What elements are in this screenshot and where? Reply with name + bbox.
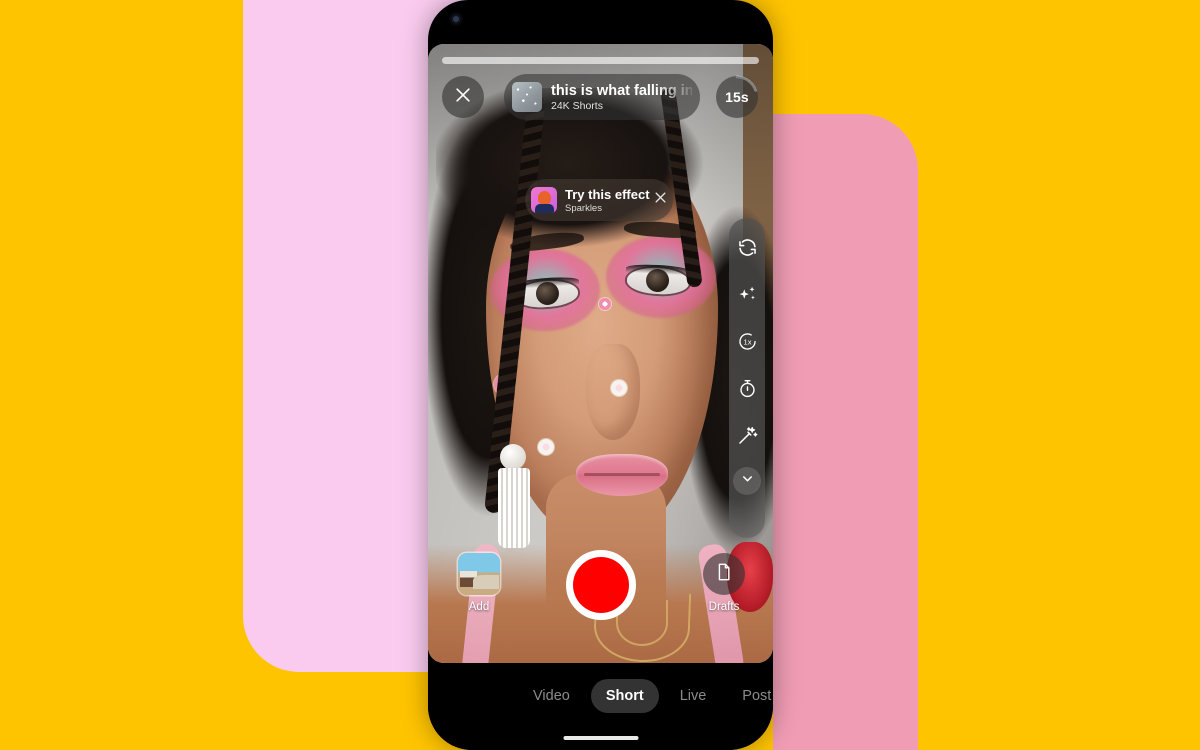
flip-camera-icon	[737, 237, 758, 263]
filters-wand-icon	[737, 425, 758, 451]
flip-camera-button[interactable]	[729, 226, 765, 273]
music-subtitle: 24K Shorts	[551, 99, 603, 112]
try-effect-card[interactable]: Try this effect Sparkles	[525, 179, 673, 221]
gallery-thumbnail-icon	[458, 553, 500, 595]
drafts-button[interactable]: Drafts	[691, 553, 757, 613]
mode-tab-video[interactable]: Video	[518, 679, 585, 713]
mode-tab-short[interactable]: Short	[590, 679, 659, 713]
music-title: this is what falling in lo	[551, 82, 700, 99]
effect-card-title: Try this effect	[565, 186, 650, 202]
mode-tab-post[interactable]: Post	[727, 679, 773, 713]
close-icon	[453, 85, 473, 110]
timer-button[interactable]	[729, 367, 765, 414]
close-icon	[653, 190, 668, 210]
effects-button[interactable]	[729, 273, 765, 320]
document-icon	[714, 562, 734, 587]
duration-label: 15s	[725, 89, 749, 105]
recording-progress-bar	[442, 57, 759, 64]
effect-card-subtitle: Sparkles	[565, 202, 602, 214]
chevron-down-icon	[740, 471, 755, 491]
home-indicator	[563, 736, 638, 740]
duration-selector-button[interactable]: 15s	[716, 76, 758, 118]
capture-mode-scroller[interactable]: Video Short Live Post P	[428, 679, 773, 713]
drafts-circle	[703, 553, 745, 595]
camera-tool-rail: 1x	[729, 218, 765, 538]
drafts-label: Drafts	[708, 601, 740, 613]
effect-thumbnail-icon	[531, 187, 557, 213]
capture-controls: Add Drafts	[428, 550, 773, 643]
phone-device-frame: this is what falling in lo 24K Shorts 15…	[428, 0, 773, 750]
close-button[interactable]	[442, 76, 484, 118]
filters-button[interactable]	[729, 414, 765, 461]
camera-viewport[interactable]: this is what falling in lo 24K Shorts 15…	[428, 44, 773, 663]
speed-1x-icon: 1x	[737, 331, 758, 357]
svg-text:1x: 1x	[743, 337, 751, 346]
front-camera-punch-hole	[449, 12, 463, 26]
decorative-panel-right	[773, 114, 918, 750]
mode-tab-live[interactable]: Live	[665, 679, 722, 713]
music-track-pill[interactable]: this is what falling in lo 24K Shorts	[504, 74, 700, 120]
timer-icon	[737, 378, 758, 404]
collapse-rail-button[interactable]	[733, 467, 761, 495]
speed-button[interactable]: 1x	[729, 320, 765, 367]
record-button[interactable]	[565, 550, 636, 620]
scene-backdrop: this is what falling in lo 24K Shorts 15…	[0, 0, 1200, 750]
effects-sparkle-icon	[737, 284, 758, 310]
music-thumbnail-icon	[512, 82, 542, 112]
record-button-inner	[572, 557, 629, 613]
effect-card-close-button[interactable]	[650, 189, 672, 211]
add-media-button[interactable]: Add	[446, 553, 512, 613]
add-media-label: Add	[468, 601, 490, 613]
